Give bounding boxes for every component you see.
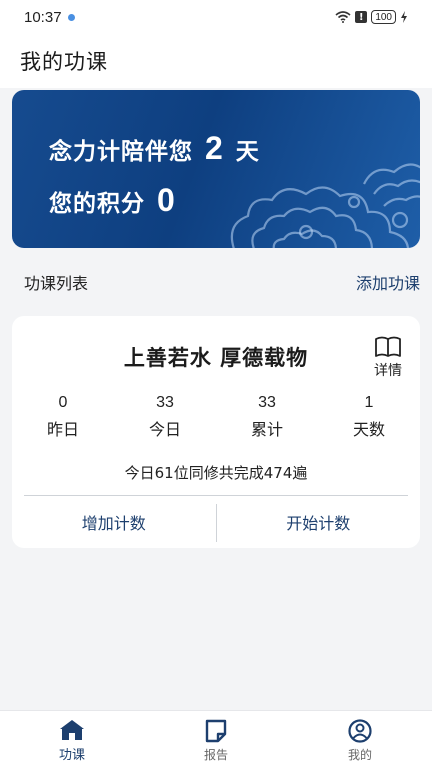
add-count-button[interactable]: 增加计数 xyxy=(12,502,216,542)
stat-value: 1 xyxy=(364,394,374,411)
points-line: 您的积分 0 xyxy=(49,182,176,219)
detail-button[interactable]: 详情 xyxy=(368,336,408,380)
status-bar: 10:37 ! 100 xyxy=(0,0,432,34)
battery-level: 100 xyxy=(375,11,392,23)
status-time: 10:37 xyxy=(24,8,62,26)
add-course-button[interactable]: 添加功课 xyxy=(356,270,420,294)
stat-label: 今日 xyxy=(148,420,181,439)
card-divider xyxy=(24,495,408,496)
stat-yesterday: 0 昨日 xyxy=(12,394,114,440)
stat-total: 33 累计 xyxy=(216,394,318,440)
stat-today: 33 今日 xyxy=(114,394,216,440)
battery-icon: 100 xyxy=(371,10,396,24)
tab-label: 报告 xyxy=(203,748,228,762)
status-icons: ! 100 xyxy=(335,10,408,24)
stat-value: 33 xyxy=(258,394,276,411)
tab-report[interactable]: 报告 xyxy=(144,711,288,768)
tab-label: 我的 xyxy=(347,748,372,762)
page-title: 我的功课 xyxy=(20,50,108,74)
home-icon xyxy=(60,720,84,740)
report-icon xyxy=(205,719,227,743)
points-value: 0 xyxy=(157,182,176,218)
stat-days: 1 天数 xyxy=(318,394,420,440)
stat-label: 累计 xyxy=(250,420,283,439)
stat-label: 昨日 xyxy=(46,420,79,439)
course-list-header: 功课列表 添加功课 xyxy=(0,266,432,298)
points-label: 您的积分 xyxy=(49,191,145,217)
profile-icon xyxy=(348,719,372,743)
auspicious-cloud-icon xyxy=(230,163,420,248)
card-actions: 增加计数 开始计数 xyxy=(12,502,420,542)
course-stats: 0 昨日 33 今日 33 累计 1 天数 xyxy=(12,394,420,440)
stat-value: 0 xyxy=(58,394,68,411)
bottom-tab-bar: 功课 报告 我的 xyxy=(0,710,432,768)
app-header: 我的功课 xyxy=(0,34,432,88)
tab-label: 功课 xyxy=(58,748,85,763)
start-count-button[interactable]: 开始计数 xyxy=(217,502,421,542)
detail-label: 详情 xyxy=(374,363,402,379)
stat-label: 天数 xyxy=(352,420,385,439)
charging-icon xyxy=(401,11,407,23)
alert-icon: ! xyxy=(355,11,368,23)
course-list-title: 功课列表 xyxy=(24,274,89,293)
course-title: 上善若水 厚德载物 xyxy=(123,346,309,370)
companion-banner: 念力计陪伴您 2 天 您的积分 0 xyxy=(12,90,420,248)
wifi-icon xyxy=(335,11,351,23)
book-icon xyxy=(375,336,401,357)
tab-profile[interactable]: 我的 xyxy=(288,711,432,768)
course-card: 上善若水 厚德载物 详情 0 昨日 33 今日 33 累计 1 天数 今日61位… xyxy=(12,316,420,548)
companion-prefix: 念力计陪伴您 xyxy=(49,139,193,165)
stat-value: 33 xyxy=(156,394,174,411)
notification-dot-icon xyxy=(67,13,75,21)
tab-courses[interactable]: 功课 xyxy=(0,711,144,768)
community-progress-text: 今日61位同修共完成474遍 xyxy=(124,464,308,482)
